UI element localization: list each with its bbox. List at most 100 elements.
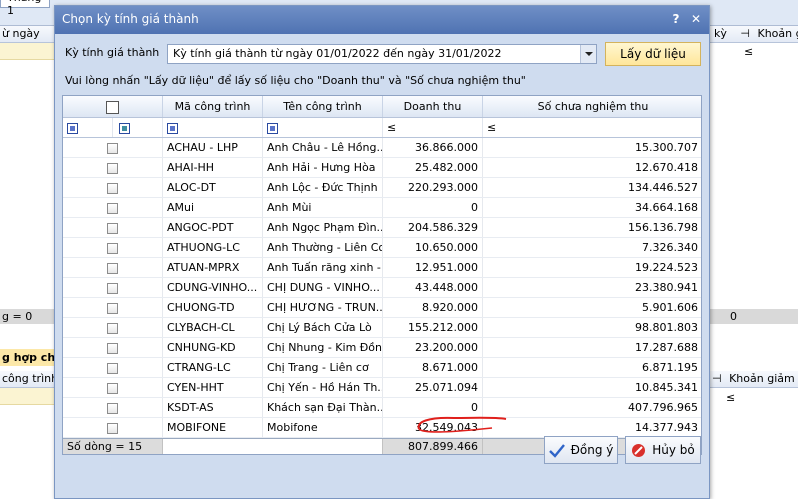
row-checkbox[interactable] bbox=[107, 382, 118, 394]
cell-code: ANGOC-PDT bbox=[163, 218, 263, 237]
pin-icon[interactable]: ⊣ bbox=[740, 27, 750, 40]
row-checkbox[interactable] bbox=[107, 402, 118, 414]
table-row[interactable]: CNHUNG-KD Chị Nhung - Kim Đồng 23.200.000 1… bbox=[63, 338, 701, 358]
bg-month-combo[interactable]: Tháng 1 bbox=[0, 0, 50, 17]
table-row[interactable]: CYEN-HHT Chị Yến - Hồ Hán Th... 25.071.094… bbox=[63, 378, 701, 398]
cell-code: ACHAU - LHP bbox=[163, 138, 263, 157]
filter-icon[interactable] bbox=[119, 122, 130, 134]
row-select-cell[interactable] bbox=[63, 238, 163, 257]
table-row[interactable]: ACHAU - LHP Anh Châu - Lê Hồng... 36.866.0… bbox=[63, 138, 701, 158]
cell-code: ATHUONG-LC bbox=[163, 238, 263, 257]
cell-revenue: 220.293.000 bbox=[383, 178, 483, 197]
row-select-cell[interactable] bbox=[63, 198, 163, 217]
cell-revenue: 0 bbox=[383, 198, 483, 217]
fetch-data-button[interactable]: Lấy dữ liệu bbox=[605, 42, 701, 66]
filter-icon[interactable] bbox=[267, 122, 278, 134]
bg-header-from-date: ừ ngày bbox=[0, 26, 54, 43]
bg-header-project: công trình bbox=[0, 371, 54, 388]
cell-code: AHAI-HH bbox=[163, 158, 263, 177]
row-checkbox[interactable] bbox=[107, 342, 118, 354]
row-select-cell[interactable] bbox=[63, 298, 163, 317]
pin-icon[interactable]: ⊣ bbox=[712, 372, 722, 385]
table-row[interactable]: ALOC-DT Anh Lộc - Đức Thịnh 220.293.000 134… bbox=[63, 178, 701, 198]
row-checkbox[interactable] bbox=[107, 142, 118, 154]
row-select-cell[interactable] bbox=[63, 158, 163, 177]
row-select-cell[interactable] bbox=[63, 178, 163, 197]
cell-unaccepted: 17.287.688 bbox=[483, 338, 701, 357]
chevron-down-icon[interactable] bbox=[580, 45, 596, 63]
dialog-title-bar[interactable]: Chọn kỳ tính giá thành ? ✕ bbox=[55, 6, 709, 34]
table-row[interactable]: ATUAN-MPRX Anh Tuấn răng xinh -... 12.951.… bbox=[63, 258, 701, 278]
cell-revenue: 32.549.043 bbox=[383, 418, 483, 437]
cell-name: Anh Lộc - Đức Thịnh bbox=[263, 178, 383, 197]
cell-name: CHỊ DUNG - VINHO... bbox=[263, 278, 383, 297]
header-code[interactable]: Mã công trình bbox=[163, 96, 263, 117]
table-row[interactable]: CHUONG-TD CHỊ HƯƠNG - TRUN... 8.920.000 5.9… bbox=[63, 298, 701, 318]
filter-unaccepted[interactable]: ≤ bbox=[483, 118, 701, 137]
period-combo-value: Kỳ tính giá thành từ ngày 01/01/2022 đến… bbox=[173, 47, 502, 60]
row-select-cell[interactable] bbox=[63, 338, 163, 357]
select-all-checkbox[interactable] bbox=[106, 100, 119, 114]
filter-name[interactable] bbox=[263, 118, 383, 137]
row-checkbox[interactable] bbox=[107, 162, 118, 174]
cell-revenue: 36.866.000 bbox=[383, 138, 483, 157]
table-row[interactable]: MOBIFONE Mobifone 32.549.043 14.377.943 bbox=[63, 418, 701, 438]
bg-selected-row[interactable] bbox=[0, 43, 54, 60]
row-checkbox[interactable] bbox=[107, 302, 118, 314]
close-icon[interactable]: ✕ bbox=[689, 12, 703, 26]
table-row[interactable]: AHAI-HH Anh Hải - Hưng Hòa 25.482.000 12.67… bbox=[63, 158, 701, 178]
row-checkbox[interactable] bbox=[107, 422, 118, 434]
filter-icon[interactable] bbox=[167, 122, 178, 134]
grid-body: ACHAU - LHP Anh Châu - Lê Hồng... 36.866.0… bbox=[63, 138, 701, 438]
row-select-cell[interactable] bbox=[63, 278, 163, 297]
table-row[interactable]: ANGOC-PDT Anh Ngọc Phạm Đìn... 204.586.329… bbox=[63, 218, 701, 238]
header-name[interactable]: Tên công trình bbox=[263, 96, 383, 117]
table-row[interactable]: CTRANG-LC Chị Trang - Liên cơ 8.671.000 6.8… bbox=[63, 358, 701, 378]
row-select-cell[interactable] bbox=[63, 218, 163, 237]
row-checkbox[interactable] bbox=[107, 202, 118, 214]
period-combo[interactable]: Kỳ tính giá thành từ ngày 01/01/2022 đến… bbox=[167, 44, 597, 64]
row-checkbox[interactable] bbox=[107, 222, 118, 234]
bg-filter-1[interactable]: ≤ bbox=[744, 45, 753, 58]
cancel-button[interactable]: Hủy bỏ bbox=[625, 436, 701, 464]
filter-icon[interactable] bbox=[67, 122, 78, 134]
row-select-cell[interactable] bbox=[63, 378, 163, 397]
row-checkbox[interactable] bbox=[107, 362, 118, 374]
row-count: Số dòng = 15 bbox=[63, 439, 163, 454]
table-row[interactable]: CDUNG-VINHO... CHỊ DUNG - VINHO... 43.448.… bbox=[63, 278, 701, 298]
ok-button[interactable]: Đồng ý bbox=[544, 436, 618, 464]
row-select-cell[interactable] bbox=[63, 318, 163, 337]
table-row[interactable]: CLYBACH-CL Chị Lý Bách Cửa Lò 155.212.000 9… bbox=[63, 318, 701, 338]
row-checkbox[interactable] bbox=[107, 322, 118, 334]
header-unaccepted[interactable]: Số chưa nghiệm thu bbox=[483, 96, 701, 117]
table-row[interactable]: ATHUONG-LC Anh Thường - Liên Cơ 10.650.000… bbox=[63, 238, 701, 258]
cell-unaccepted: 156.136.798 bbox=[483, 218, 701, 237]
cell-revenue: 8.920.000 bbox=[383, 298, 483, 317]
bg-selected-row-2[interactable] bbox=[0, 388, 54, 405]
row-checkbox[interactable] bbox=[107, 182, 118, 194]
table-row[interactable]: KSDT-AS Khách sạn Đại Thàn... 0 407.796.965 bbox=[63, 398, 701, 418]
row-select-cell[interactable] bbox=[63, 418, 163, 437]
cell-code: MOBIFONE bbox=[163, 418, 263, 437]
row-checkbox[interactable] bbox=[107, 282, 118, 294]
filter-code[interactable] bbox=[163, 118, 263, 137]
row-select-cell[interactable] bbox=[63, 138, 163, 157]
filter-revenue[interactable]: ≤ bbox=[383, 118, 483, 137]
row-select-cell[interactable] bbox=[63, 258, 163, 277]
filter-cell-1[interactable] bbox=[63, 118, 113, 137]
row-select-cell[interactable] bbox=[63, 398, 163, 417]
dialog-title: Chọn kỳ tính giá thành bbox=[62, 12, 199, 26]
cell-name: Mobifone bbox=[263, 418, 383, 437]
header-select-all[interactable] bbox=[63, 96, 163, 117]
row-checkbox[interactable] bbox=[107, 242, 118, 254]
cell-name: Khách sạn Đại Thàn... bbox=[263, 398, 383, 417]
cell-revenue: 25.482.000 bbox=[383, 158, 483, 177]
bg-filter-2[interactable]: ≤ bbox=[726, 391, 735, 404]
row-select-cell[interactable] bbox=[63, 358, 163, 377]
row-checkbox[interactable] bbox=[107, 262, 118, 274]
header-revenue[interactable]: Doanh thu bbox=[383, 96, 483, 117]
help-icon[interactable]: ? bbox=[669, 12, 683, 26]
cell-revenue: 10.650.000 bbox=[383, 238, 483, 257]
filter-cell-2[interactable] bbox=[113, 118, 163, 137]
table-row[interactable]: AMui Anh Mùi 0 34.664.168 bbox=[63, 198, 701, 218]
